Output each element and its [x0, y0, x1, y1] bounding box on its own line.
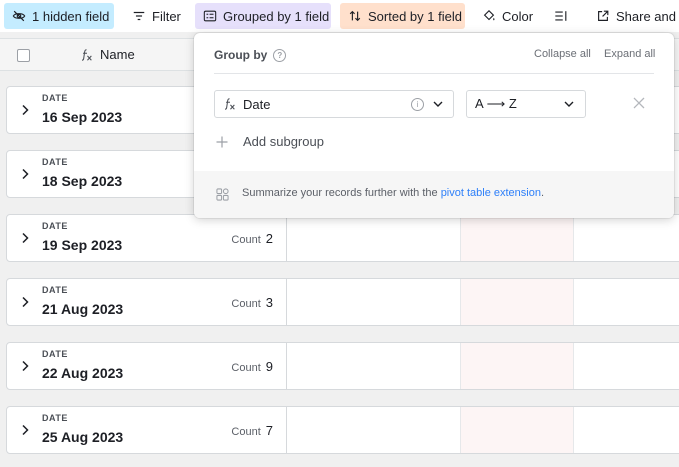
- external-link-icon: [598, 10, 609, 21]
- group-header-cell: DATE 25 Aug 2023 Count 7: [7, 407, 287, 453]
- group-count-label: Count: [231, 362, 261, 374]
- sort-button[interactable]: Sorted by 1 field: [340, 3, 465, 29]
- group-header-cell: DATE 21 Aug 2023 Count 3: [7, 279, 287, 325]
- summary-note: Summarize your records further with the …: [242, 187, 544, 199]
- group-field-label: DATE: [42, 349, 68, 359]
- color-label: Color: [502, 8, 534, 24]
- formula-fx-icon: [224, 98, 235, 110]
- group-row[interactable]: DATE 19 Sep 2023 Count 2: [6, 214, 679, 262]
- popover-divider: [214, 73, 654, 74]
- chevron-down-icon: [564, 101, 574, 107]
- share-sync-label: Share and sync: [616, 8, 679, 24]
- colored-column-cell: [460, 407, 574, 453]
- group-value: 25 Aug 2023: [42, 429, 124, 445]
- share-sync-button[interactable]: Share and sync: [588, 3, 679, 29]
- group-header-cell: DATE 19 Sep 2023 Count 2: [7, 215, 287, 261]
- group-header-cell: DATE 22 Aug 2023 Count 9: [7, 343, 287, 389]
- group-field-select[interactable]: Date i: [214, 90, 454, 118]
- group-field-label: DATE: [42, 285, 68, 295]
- pivot-table-link[interactable]: pivot table extension: [441, 187, 541, 199]
- group-value: 18 Sep 2023: [42, 173, 123, 189]
- colored-column-cell: [460, 279, 574, 325]
- filter-icon: [133, 11, 145, 21]
- group-order-select[interactable]: A ⟶ Z: [466, 90, 586, 118]
- group-count-value: 3: [265, 295, 273, 310]
- group-button[interactable]: Grouped by 1 field: [195, 3, 331, 29]
- group-count-value: 9: [265, 359, 273, 374]
- sort-arrows-icon: [349, 10, 361, 22]
- colored-column-cell: [460, 343, 574, 389]
- chevron-right-icon[interactable]: [19, 359, 31, 373]
- formula-fx-icon: [81, 48, 92, 61]
- expand-all-button[interactable]: Expand all: [604, 48, 655, 60]
- add-subgroup-button[interactable]: Add subgroup: [214, 134, 324, 149]
- help-icon[interactable]: ?: [273, 48, 287, 62]
- chevron-right-icon[interactable]: [19, 103, 31, 117]
- summary-text: Summarize your records further with the: [242, 187, 441, 199]
- popover-title: Group by ?: [214, 48, 287, 62]
- group-count-label: Count: [231, 426, 261, 438]
- chevron-down-icon: [433, 101, 443, 107]
- row-height-icon: [555, 11, 567, 21]
- group-value: 19 Sep 2023: [42, 237, 123, 253]
- close-icon[interactable]: [633, 97, 645, 109]
- group-count-value: 2: [265, 231, 273, 246]
- info-icon[interactable]: i: [411, 98, 424, 111]
- group-field-label: DATE: [42, 93, 68, 103]
- group-count: Count 7: [231, 423, 273, 438]
- group-count: Count 3: [231, 295, 273, 310]
- plus-icon: [216, 136, 228, 147]
- colored-column-cell: [460, 215, 574, 261]
- hidden-fields-button[interactable]: 1 hidden field: [4, 3, 114, 29]
- group-order-value: A ⟶ Z: [475, 96, 517, 111]
- group-row[interactable]: DATE 21 Aug 2023 Count 3: [6, 278, 679, 326]
- color-button[interactable]: Color: [474, 3, 542, 29]
- group-label: Grouped by 1 field: [223, 8, 330, 24]
- group-field-value: Date: [243, 96, 271, 112]
- group-count: Count 9: [231, 359, 273, 374]
- group-value: 16 Sep 2023: [42, 109, 123, 125]
- row-height-button[interactable]: [548, 3, 576, 29]
- popover-title-text: Group by: [214, 48, 268, 62]
- chevron-right-icon[interactable]: [19, 295, 31, 309]
- group-field-label: DATE: [42, 413, 68, 423]
- group-value: 22 Aug 2023: [42, 365, 124, 381]
- group-list-icon: [203, 10, 217, 22]
- eye-slash-icon: [12, 10, 26, 22]
- group-value: 21 Aug 2023: [42, 301, 124, 317]
- filter-button[interactable]: Filter: [124, 3, 186, 29]
- chevron-right-icon[interactable]: [19, 231, 31, 245]
- view-toolbar: 1 hidden field Filter Grouped by 1 field…: [0, 0, 679, 32]
- group-count: Count 2: [231, 231, 273, 246]
- group-count-label: Count: [231, 234, 261, 246]
- summary-end: .: [540, 187, 545, 199]
- filter-label: Filter: [152, 8, 181, 24]
- add-subgroup-label: Add subgroup: [243, 134, 324, 149]
- paint-bucket-icon: [483, 9, 495, 21]
- pivot-table-icon: [216, 188, 229, 201]
- popover-footer: Summarize your records further with the …: [194, 171, 674, 218]
- name-column-header[interactable]: Name: [80, 47, 135, 62]
- group-field-label: DATE: [42, 157, 68, 167]
- group-count-label: Count: [231, 298, 261, 310]
- select-all-checkbox[interactable]: [17, 49, 30, 62]
- group-field-label: DATE: [42, 221, 68, 231]
- group-by-popover: Group by ? Collapse all Expand all Date …: [194, 33, 674, 218]
- hidden-fields-label: 1 hidden field: [32, 8, 110, 24]
- name-column-label: Name: [100, 47, 135, 62]
- sort-label: Sorted by 1 field: [368, 8, 462, 24]
- group-count-value: 7: [265, 423, 273, 438]
- group-row[interactable]: DATE 22 Aug 2023 Count 9: [6, 342, 679, 390]
- chevron-right-icon[interactable]: [19, 423, 31, 437]
- collapse-all-button[interactable]: Collapse all: [534, 48, 591, 60]
- chevron-right-icon[interactable]: [19, 167, 31, 181]
- group-row[interactable]: DATE 25 Aug 2023 Count 7: [6, 406, 679, 454]
